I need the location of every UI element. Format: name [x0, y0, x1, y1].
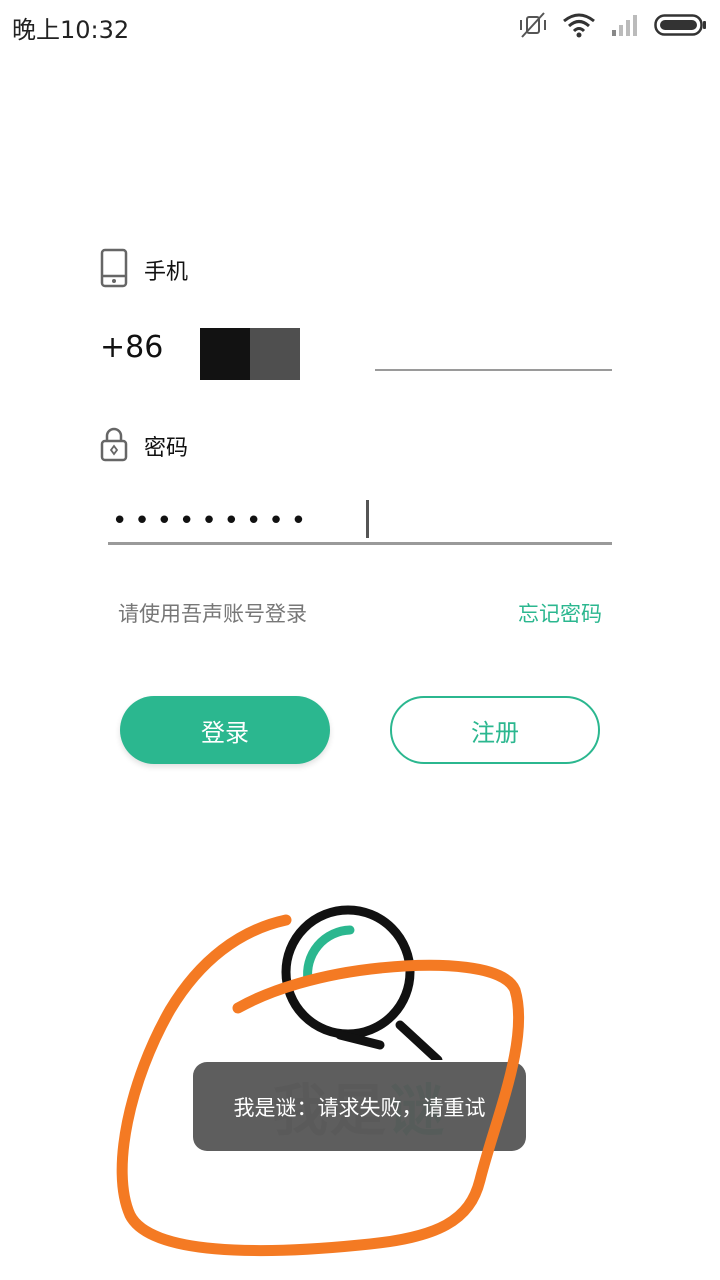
phone-input[interactable]: [200, 328, 300, 380]
mute-icon: [518, 11, 548, 39]
status-bar: 晚上10:32: [0, 0, 720, 52]
password-label: 密码: [144, 436, 189, 461]
password-value: •••••••••: [112, 506, 314, 536]
battery-icon: [654, 13, 708, 37]
register-button[interactable]: 注册: [390, 696, 600, 764]
phone-icon: [100, 248, 128, 292]
error-toast: 我是谜：请求失败，请重试: [193, 1062, 526, 1151]
status-time: 晚上10:32: [12, 16, 130, 44]
phone-label-row: 手机: [100, 248, 188, 292]
login-hint: 请使用吾声账号登录: [118, 602, 307, 626]
phone-label: 手机: [144, 260, 189, 285]
text-caret: [366, 500, 369, 538]
phone-underline: [375, 369, 612, 371]
forgot-password-link[interactable]: 忘记密码: [518, 598, 602, 628]
lock-icon: [100, 426, 128, 466]
signal-icon: [610, 13, 640, 37]
login-button[interactable]: 登录: [120, 696, 330, 764]
magnifier-logo-icon: [281, 905, 443, 1060]
country-code[interactable]: +86: [100, 330, 163, 365]
password-input[interactable]: •••••••••: [108, 498, 612, 544]
password-underline: [108, 542, 612, 545]
toast-message: 我是谜：请求失败，请重试: [233, 1095, 486, 1120]
password-label-row: 密码: [100, 426, 188, 466]
status-icons: [518, 10, 708, 40]
wifi-icon: [562, 12, 596, 38]
